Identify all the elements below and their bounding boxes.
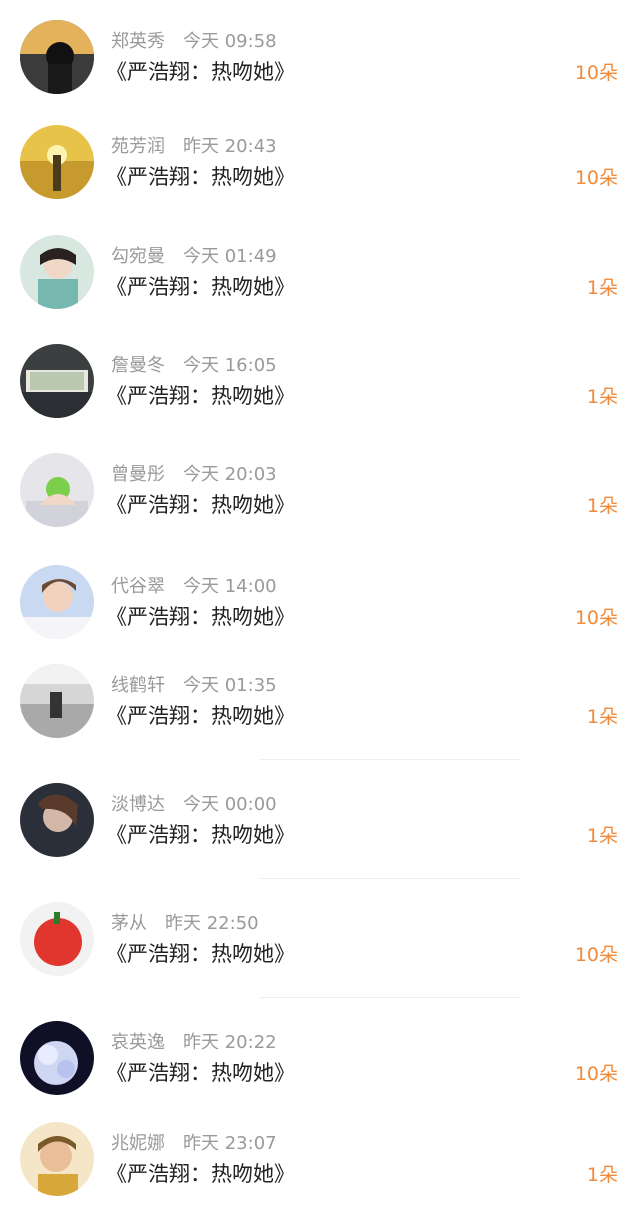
timestamp: 今天 01:35 xyxy=(183,675,277,696)
user-name: 茅从 xyxy=(111,913,147,934)
user-name: 詹曼冬 xyxy=(111,355,165,376)
timestamp: 今天 16:05 xyxy=(183,355,277,376)
song-title: 《严浩翔：热吻她》 xyxy=(106,605,295,629)
user-name: 郑英秀 xyxy=(111,31,165,52)
song-title: 《严浩翔：热吻她》 xyxy=(106,942,295,966)
timestamp: 今天 00:00 xyxy=(183,794,277,815)
song-title: 《严浩翔：热吻她》 xyxy=(106,704,295,728)
avatar[interactable] xyxy=(20,344,94,418)
user-name: 兆妮娜 xyxy=(111,1133,165,1154)
avatar[interactable] xyxy=(20,1122,94,1196)
divider xyxy=(260,878,520,879)
flower-count: 1朵 xyxy=(586,706,618,728)
timestamp: 今天 20:03 xyxy=(183,464,277,485)
song-title: 《严浩翔：热吻她》 xyxy=(106,823,295,847)
timestamp: 昨天 20:43 xyxy=(183,136,277,157)
divider xyxy=(260,759,520,760)
song-title: 《严浩翔：热吻她》 xyxy=(106,275,295,299)
flower-count: 10朵 xyxy=(574,1063,618,1085)
timestamp: 今天 14:00 xyxy=(183,576,277,597)
avatar[interactable] xyxy=(20,783,94,857)
song-title: 《严浩翔：热吻她》 xyxy=(106,1061,295,1085)
avatar[interactable] xyxy=(20,235,94,309)
timestamp: 今天 09:58 xyxy=(183,31,277,52)
flower-count: 10朵 xyxy=(574,167,618,189)
flower-count: 1朵 xyxy=(586,495,618,517)
timestamp: 昨天 20:22 xyxy=(183,1032,277,1053)
avatar[interactable] xyxy=(20,1021,94,1095)
divider xyxy=(260,997,520,998)
timestamp: 昨天 22:50 xyxy=(165,913,259,934)
song-title: 《严浩翔：热吻她》 xyxy=(106,493,295,517)
user-name: 曾曼彤 xyxy=(111,464,165,485)
song-title: 《严浩翔：热吻她》 xyxy=(106,60,295,84)
avatar[interactable] xyxy=(20,453,94,527)
flower-count: 10朵 xyxy=(574,607,618,629)
flower-count: 1朵 xyxy=(586,277,618,299)
user-name: 淡博达 xyxy=(111,794,165,815)
song-title: 《严浩翔：热吻她》 xyxy=(106,1162,295,1186)
timestamp: 昨天 23:07 xyxy=(183,1133,277,1154)
avatar[interactable] xyxy=(20,20,94,94)
user-name: 苑芳润 xyxy=(111,136,165,157)
user-name: 代谷翠 xyxy=(111,576,165,597)
song-title: 《严浩翔：热吻她》 xyxy=(106,384,295,408)
song-title: 《严浩翔：热吻她》 xyxy=(106,165,295,189)
flower-count: 10朵 xyxy=(574,944,618,966)
avatar[interactable] xyxy=(20,565,94,639)
user-name: 勾宛曼 xyxy=(111,246,165,267)
user-name: 哀英逸 xyxy=(111,1032,165,1053)
avatar[interactable] xyxy=(20,664,94,738)
flower-count: 1朵 xyxy=(586,1164,618,1186)
flower-count: 1朵 xyxy=(586,386,618,408)
flower-count: 1朵 xyxy=(586,825,618,847)
avatar[interactable] xyxy=(20,902,94,976)
timestamp: 今天 01:49 xyxy=(183,246,277,267)
avatar[interactable] xyxy=(20,125,94,199)
gift-record-list: 郑英秀 今天 09:58 《严浩翔：热吻她》 10朵 苑芳润 昨天 20:43 《严… xyxy=(0,0,640,1217)
user-name: 线鹤轩 xyxy=(111,675,165,696)
flower-count: 10朵 xyxy=(574,62,618,84)
